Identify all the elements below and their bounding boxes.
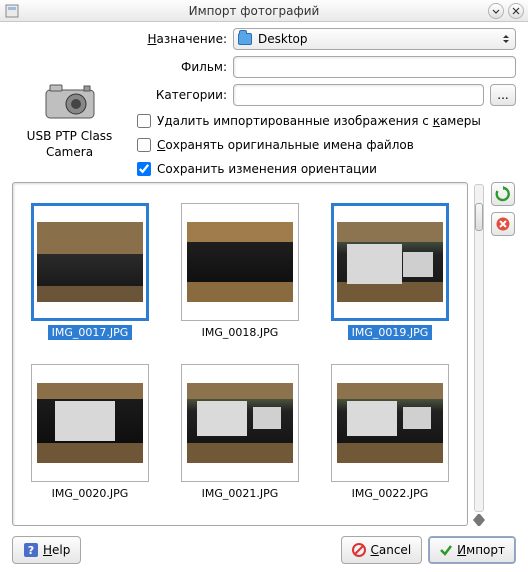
film-input[interactable]	[233, 56, 516, 78]
save-orientation-checkbox[interactable]	[137, 162, 151, 176]
scrollbar-handle[interactable]	[475, 203, 483, 231]
categories-input[interactable]	[233, 84, 484, 106]
destination-value: Desktop	[258, 32, 308, 46]
thumbnail-image	[337, 222, 443, 302]
window-title: Импорт фотографий	[24, 4, 484, 18]
scrollbar-track[interactable]	[474, 184, 484, 512]
thumbnail-image	[337, 383, 443, 463]
thumbnail-item[interactable]: IMG_0018.JPG	[167, 201, 313, 360]
device-panel: USB PTP Class Camera	[12, 28, 127, 178]
minimize-button[interactable]	[488, 3, 504, 19]
keep-original-names-label: Сохранять оригинальные имена файлов	[157, 138, 414, 152]
thumbnail-filename: IMG_0021.JPG	[198, 486, 283, 501]
thumbnail-filename: IMG_0017.JPG	[48, 325, 133, 340]
browse-categories-button[interactable]: ...	[490, 84, 516, 106]
thumbnail-frame	[181, 203, 299, 321]
app-icon	[4, 3, 20, 19]
help-button[interactable]: ? Help	[12, 536, 81, 564]
help-button-label: Help	[43, 543, 70, 557]
categories-label: Категории:	[137, 88, 227, 102]
thumbnail-grid[interactable]: S6305505.JPGIMG_0015.JPGIMG_0016.JPG IMG_…	[12, 182, 468, 526]
delete-after-import-checkbox[interactable]	[137, 114, 151, 128]
thumbnail-item[interactable]: IMG_0017.JPG	[17, 201, 163, 360]
apply-icon	[439, 543, 453, 557]
thumbnail-filename: IMG_0019.JPG	[348, 325, 433, 340]
thumbnail-item[interactable]: IMG_0016.JPG	[317, 182, 463, 199]
scrollbar[interactable]	[472, 182, 486, 526]
delete-after-import-label: Удалить импортированные изображения с ка…	[157, 114, 481, 128]
thumbnail-frame	[331, 203, 449, 321]
thumbnail-item[interactable]: IMG_0019.JPG	[317, 201, 463, 360]
cancel-button[interactable]: Cancel	[341, 536, 422, 564]
destination-combo[interactable]: Desktop	[233, 28, 516, 50]
help-icon: ?	[23, 542, 39, 558]
import-button-label: Импорт	[457, 543, 505, 557]
film-label: Фильм:	[137, 60, 227, 74]
cancel-icon	[352, 543, 366, 557]
destination-label: Назначение:	[137, 32, 227, 46]
camera-icon	[44, 82, 96, 122]
thumbnail-image	[187, 222, 293, 302]
delete-icon	[495, 216, 511, 232]
thumbnail-filename: IMG_0018.JPG	[198, 325, 283, 340]
titlebar: Импорт фотографий	[0, 0, 528, 22]
refresh-icon	[495, 186, 511, 202]
cancel-button-label: Cancel	[370, 543, 411, 557]
save-orientation-label: Сохранить изменения ориентации	[157, 162, 377, 176]
thumbnail-image	[187, 383, 293, 463]
thumbnail-item[interactable]: S6305505.JPG	[17, 182, 163, 199]
folder-icon	[238, 33, 252, 45]
thumbnail-frame	[181, 364, 299, 482]
thumbnail-image	[37, 222, 143, 302]
svg-text:?: ?	[28, 544, 34, 557]
thumbnail-image	[37, 383, 143, 463]
device-label-2: Camera	[12, 145, 127, 161]
chevron-updown-icon	[503, 35, 509, 43]
thumbnail-frame	[31, 203, 149, 321]
thumbnail-item[interactable]: IMG_0022.JPG	[317, 362, 463, 521]
import-button[interactable]: Импорт	[428, 536, 516, 564]
keep-original-names-checkbox[interactable]	[137, 138, 151, 152]
thumbnail-frame	[331, 364, 449, 482]
thumbnail-item[interactable]: IMG_0020.JPG	[17, 362, 163, 521]
thumbnail-filename: IMG_0022.JPG	[348, 486, 433, 501]
thumbnail-item[interactable]: IMG_0021.JPG	[167, 362, 313, 521]
refresh-button[interactable]	[491, 182, 515, 206]
close-button[interactable]	[508, 3, 524, 19]
delete-button[interactable]	[491, 212, 515, 236]
thumbnail-item[interactable]: IMG_0015.JPG	[167, 182, 313, 199]
thumbnail-filename: IMG_0020.JPG	[48, 486, 133, 501]
thumbnail-frame	[31, 364, 149, 482]
device-label-1: USB PTP Class	[12, 129, 127, 145]
